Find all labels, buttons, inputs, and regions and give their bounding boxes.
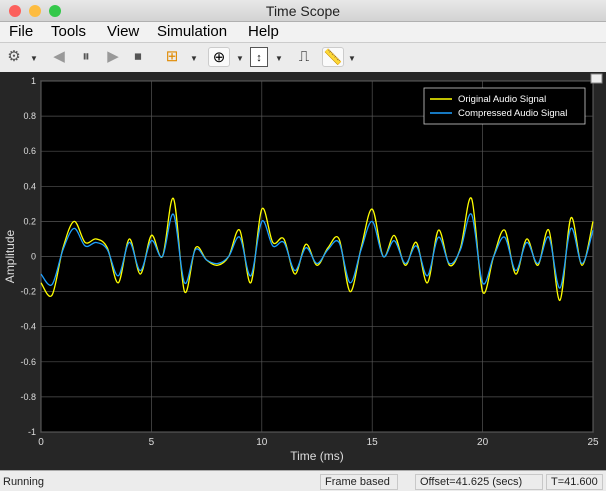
y-tick-label: -1 bbox=[28, 427, 36, 437]
y-tick-label: -0.8 bbox=[20, 392, 36, 402]
status-bar: Running Frame based Offset=41.625 (secs)… bbox=[0, 470, 606, 491]
title-bar: Time Scope bbox=[0, 0, 606, 22]
chevron-down-icon[interactable]: ▼ bbox=[236, 54, 244, 63]
chevron-down-icon[interactable]: ▼ bbox=[30, 54, 38, 63]
menu-help[interactable]: Help bbox=[248, 23, 279, 40]
chevron-down-icon[interactable]: ▼ bbox=[275, 54, 283, 63]
legend-entry: Original Audio Signal bbox=[458, 94, 546, 105]
status-offset: Offset=41.625 (secs) bbox=[415, 474, 543, 490]
stop-icon[interactable]: ⏹ bbox=[128, 47, 148, 67]
step-forward-icon[interactable]: ▶ bbox=[104, 47, 122, 67]
x-tick-label: 15 bbox=[367, 437, 379, 448]
y-tick-label: 0.6 bbox=[23, 146, 36, 156]
x-tick-label: 20 bbox=[477, 437, 489, 448]
menu-bar: File Tools View Simulation Help bbox=[0, 22, 606, 42]
y-tick-label: 0.8 bbox=[23, 111, 36, 121]
x-tick-label: 10 bbox=[256, 437, 268, 448]
x-tick-label: 5 bbox=[149, 437, 155, 448]
window-title: Time Scope bbox=[265, 3, 341, 19]
menu-tools[interactable]: Tools bbox=[51, 23, 86, 40]
undock-legend-button[interactable] bbox=[590, 73, 603, 84]
step-back-icon[interactable]: ◀ bbox=[50, 47, 68, 67]
y-tick-label: -0.2 bbox=[20, 287, 36, 297]
y-tick-label: 0.2 bbox=[23, 216, 36, 226]
scope-figure: 0 5 10 15 20 25 -1 -0.8 -0.6 -0.4 -0.2 0 0.2 0.4 0.6 0.… bbox=[0, 72, 606, 470]
close-window-button[interactable] bbox=[9, 5, 21, 17]
y-tick-label: 0.4 bbox=[23, 181, 36, 191]
highlight-block-icon[interactable]: ⊞ bbox=[162, 47, 182, 67]
gear-icon[interactable]: ⚙ bbox=[5, 47, 23, 67]
x-tick-label: 0 bbox=[38, 437, 44, 448]
y-axis-label: Amplitude bbox=[3, 230, 17, 284]
y-tick-label: -0.6 bbox=[20, 357, 36, 367]
y-tick-label: 0 bbox=[31, 252, 36, 262]
y-tick-label: -0.4 bbox=[20, 322, 36, 332]
toolbar: ⚙ ▼ ◀ ⏸ ▶ ⏹ ⊞ ▼ ⊕ ▼ ↕ ▼ ⎍ 📏 ▼ bbox=[0, 42, 606, 70]
chevron-down-icon[interactable]: ▼ bbox=[190, 54, 198, 63]
menu-view[interactable]: View bbox=[107, 23, 139, 40]
y-tick-label: 1 bbox=[31, 76, 36, 86]
pause-icon[interactable]: ⏸ bbox=[76, 47, 96, 67]
minimize-window-button[interactable] bbox=[29, 5, 41, 17]
chevron-down-icon[interactable]: ▼ bbox=[348, 54, 356, 63]
legend-entry: Compressed Audio Signal bbox=[458, 108, 567, 119]
scale-axes-icon[interactable]: ↕ bbox=[250, 47, 268, 67]
status-time: T=41.600 bbox=[546, 474, 603, 490]
status-mode: Frame based bbox=[320, 474, 398, 490]
scope-plot[interactable]: 0 5 10 15 20 25 -1 -0.8 -0.6 -0.4 -0.2 0 0.2 0.4 0.6 0.… bbox=[0, 72, 606, 470]
zoom-in-icon[interactable]: ⊕ bbox=[208, 47, 230, 67]
menu-file[interactable]: File bbox=[9, 23, 33, 40]
maximize-window-button[interactable] bbox=[49, 5, 61, 17]
menu-simulation[interactable]: Simulation bbox=[157, 23, 227, 40]
status-state: Running bbox=[3, 476, 44, 488]
signal-trigger-icon[interactable]: ⎍ bbox=[295, 47, 313, 67]
x-tick-label: 25 bbox=[587, 437, 599, 448]
measurement-ruler-icon[interactable]: 📏 bbox=[322, 47, 344, 67]
x-axis-label: Time (ms) bbox=[290, 449, 344, 463]
